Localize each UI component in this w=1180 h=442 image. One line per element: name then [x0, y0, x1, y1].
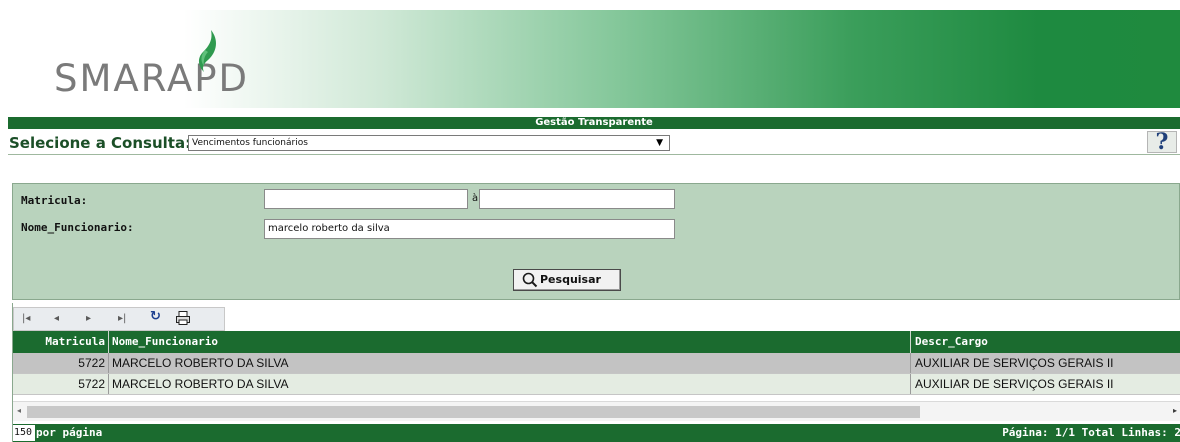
column-header-matricula[interactable]: Matricula — [13, 331, 109, 353]
page-title-bar: Gestão Transparente — [8, 117, 1180, 129]
cell-descr-cargo: AUXILIAR DE SERVIÇOS GERAIS II — [910, 353, 1180, 373]
cell-nome-funcionario: MARCELO ROBERTO DA SILVA — [112, 377, 289, 391]
nome-funcionario-label: Nome_Funcionario: — [21, 221, 134, 234]
smarapd-logo-text: SMARAPD — [54, 57, 250, 100]
query-select-label: Selecione a Consulta: — [9, 134, 192, 152]
query-select-dropdown[interactable]: Vencimentos funcionários ▼ — [188, 135, 670, 151]
scrollbar-thumb[interactable] — [27, 406, 920, 418]
cell-matricula: 5722 — [13, 374, 109, 394]
results-grid: |◂ ◂ ▸ ▸| ↻ Matricula Nome_Funcionario D… — [12, 303, 1180, 442]
leaf-logo-icon — [198, 30, 217, 72]
range-separator: à — [472, 193, 479, 204]
table-row[interactable]: 5722 MARCELO ROBERTO DA SILVA AUXILIAR D… — [13, 353, 1180, 374]
matricula-from-input[interactable] — [264, 189, 468, 209]
magnifier-icon — [522, 272, 538, 288]
horizontal-scrollbar[interactable]: ◂ ▸ — [13, 401, 1180, 421]
cell-descr-cargo: AUXILIAR DE SERVIÇOS GERAIS II — [910, 374, 1180, 394]
filter-panel: Matricula: à Nome_Funcionario: marcelo r… — [12, 183, 1180, 300]
previous-page-icon[interactable]: ◂ — [54, 313, 59, 325]
dropdown-arrow-icon: ▼ — [656, 138, 663, 148]
refresh-icon[interactable]: ↻ — [150, 310, 161, 323]
matricula-to-input[interactable] — [479, 189, 675, 209]
per-page-label: por página — [36, 426, 103, 439]
search-button-label: Pesquisar — [540, 273, 601, 286]
nome-funcionario-input[interactable]: marcelo roberto da silva — [264, 219, 675, 239]
query-select-row: Selecione a Consulta: Vencimentos funcio… — [8, 129, 1180, 155]
next-page-icon[interactable]: ▸ — [86, 313, 91, 325]
search-button[interactable]: Pesquisar — [513, 269, 621, 291]
cell-nome-funcionario: MARCELO ROBERTO DA SILVA — [112, 356, 289, 370]
grid-footer: 150 por página Página: 1/1 Total Linhas:… — [13, 424, 1180, 442]
header-banner: SMARAPD — [8, 10, 1180, 108]
cell-matricula: 5722 — [13, 353, 109, 373]
scroll-right-arrow-icon[interactable]: ▸ — [1173, 406, 1177, 415]
per-page-input[interactable]: 150 — [13, 425, 35, 441]
help-icon[interactable]: ? — [1147, 131, 1177, 153]
table-row[interactable]: 5722 MARCELO ROBERTO DA SILVA AUXILIAR D… — [13, 374, 1180, 395]
column-header-descr-cargo[interactable]: Descr_Cargo — [910, 331, 1180, 353]
first-page-icon[interactable]: |◂ — [22, 313, 30, 325]
matricula-label: Matricula: — [21, 194, 88, 207]
scroll-left-arrow-icon[interactable]: ◂ — [17, 406, 21, 415]
page-info: Página: 1/1 Total Linhas: 2 — [1002, 426, 1180, 439]
query-select-value: Vencimentos funcionários — [192, 138, 308, 148]
grid-toolbar: |◂ ◂ ▸ ▸| ↻ — [13, 307, 225, 331]
last-page-icon[interactable]: ▸| — [118, 313, 126, 325]
column-header-nome-funcionario[interactable]: Nome_Funcionario — [110, 331, 910, 353]
table-header-row: Matricula Nome_Funcionario Descr_Cargo — [13, 331, 1180, 353]
print-icon[interactable] — [176, 311, 190, 325]
